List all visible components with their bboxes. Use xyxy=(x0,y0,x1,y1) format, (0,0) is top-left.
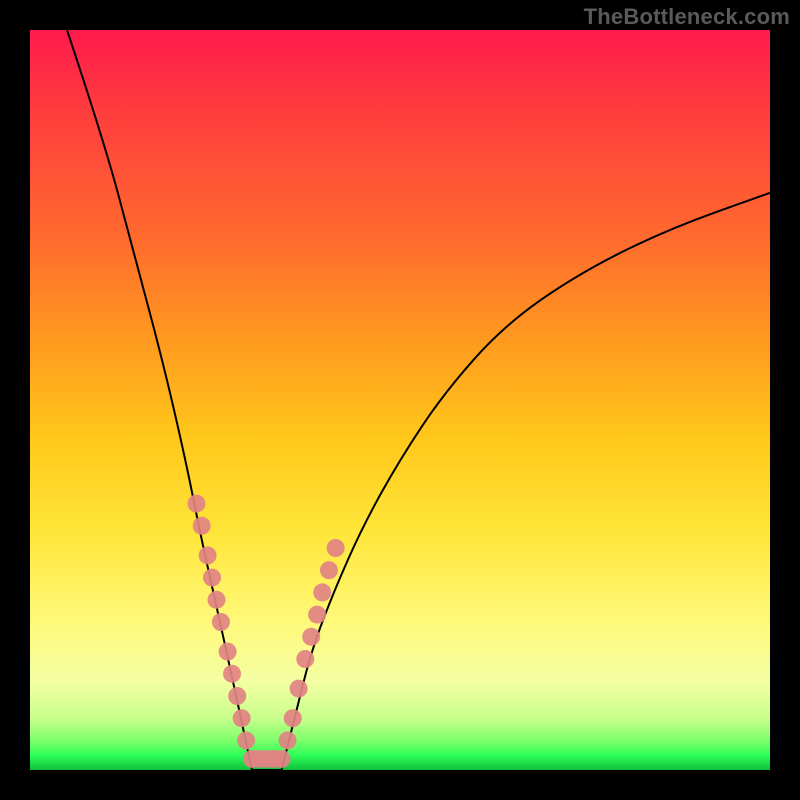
scatter-dots xyxy=(188,495,345,768)
scatter-dot xyxy=(327,539,345,557)
watermark-text: TheBottleneck.com xyxy=(584,4,790,30)
scatter-dot xyxy=(219,643,237,661)
scatter-dot xyxy=(273,750,291,768)
scatter-dot xyxy=(203,569,221,587)
scatter-dot xyxy=(320,561,338,579)
right-curve xyxy=(282,193,770,770)
scatter-dot xyxy=(212,613,230,631)
chart-svg xyxy=(30,30,770,770)
scatter-dot xyxy=(193,517,211,535)
scatter-dot xyxy=(290,680,308,698)
right-curve-path xyxy=(282,193,770,770)
scatter-dot xyxy=(279,731,297,749)
plot-area xyxy=(30,30,770,770)
scatter-dot xyxy=(313,583,331,601)
scatter-dot xyxy=(308,606,326,624)
scatter-dot xyxy=(223,665,241,683)
scatter-dot xyxy=(207,591,225,609)
scatter-dot xyxy=(233,709,251,727)
scatter-dot xyxy=(188,495,206,513)
scatter-dot xyxy=(284,709,302,727)
scatter-dot xyxy=(302,628,320,646)
scatter-dot xyxy=(237,731,255,749)
chart-frame: TheBottleneck.com xyxy=(0,0,800,800)
scatter-dot xyxy=(199,546,217,564)
scatter-dot xyxy=(296,650,314,668)
scatter-dot xyxy=(228,687,246,705)
